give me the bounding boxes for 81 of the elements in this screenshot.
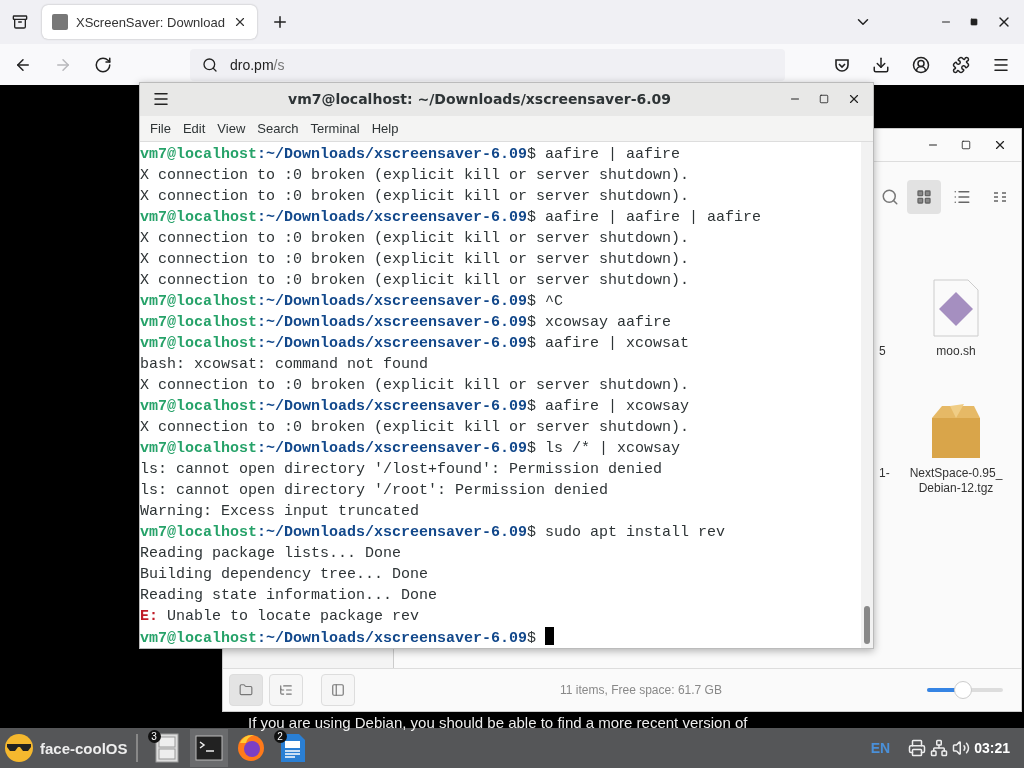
- terminal-line: vm7@localhost:~/Downloads/xscreensaver-6.09$ aafire | aafire | aafire: [140, 208, 763, 228]
- maximize-icon: [819, 94, 829, 105]
- terminal-line: vm7@localhost:~/Downloads/xscreensaver-6.09$ ls /* | xcowsay: [140, 439, 682, 459]
- terminal-line: X connection to :0 broken (explicit kill or server shutdown).: [140, 229, 691, 249]
- terminal-line: bash: xcowsat: command not found: [140, 355, 430, 375]
- terminal-line: X connection to :0 broken (explicit kill or server shutdown).: [140, 187, 691, 207]
- compact-list-icon: [993, 190, 1007, 204]
- plus-icon: [271, 13, 289, 31]
- terminal-line: ls: cannot open directory '/lost+found': Permission denied: [140, 460, 664, 480]
- close-icon: [993, 138, 1007, 152]
- pocket-icon: [834, 56, 850, 73]
- script-file-icon: [931, 278, 981, 338]
- file-name[interactable]: NextSpace-0.95_Debian-12.tgz: [908, 466, 1004, 496]
- view-button[interactable]: [907, 180, 941, 214]
- search-icon: [881, 188, 899, 206]
- printer-icon[interactable]: [908, 739, 927, 757]
- menu-item[interactable]: Edit: [176, 118, 212, 138]
- menu-item[interactable]: Search: [251, 118, 305, 138]
- terminal-line: vm7@localhost:~/Downloads/xscreensaver-6.09$ ^C: [140, 292, 565, 312]
- clock: 03:21: [974, 740, 1010, 756]
- search-icon: [202, 56, 218, 73]
- sidebar-toggle-button[interactable]: [321, 674, 355, 706]
- terminal-line: ls: cannot open directory '/root': Permission denied: [140, 481, 610, 501]
- browser-icon: [235, 733, 266, 763]
- terminal-icon: [194, 735, 223, 761]
- terminal-line: vm7@localhost:~/Downloads/xscreensaver-6.09$ aafire | aafire: [140, 145, 682, 165]
- terminal-line: vm7@localhost:~/Downloads/xscreensaver-6.09$ xcowsay aafire: [140, 313, 673, 333]
- zoom-slider[interactable]: [927, 681, 1003, 699]
- terminal-line: X connection to :0 broken (explicit kill or server shutdown).: [140, 250, 691, 270]
- terminal-line: Warning: Excess input truncated: [140, 502, 421, 522]
- grid-icon: [916, 189, 932, 205]
- download-icon: [872, 55, 890, 74]
- close-icon[interactable]: [233, 15, 247, 29]
- tray-icon: [12, 14, 28, 30]
- taskbar-app-button[interactable]: 3: [147, 729, 186, 767]
- terminal-line: X connection to :0 broken (explicit kill or server shutdown).: [140, 418, 691, 438]
- document-icon: [279, 733, 306, 763]
- list-icon: [953, 188, 971, 206]
- taskbar-app-button[interactable]: 2: [273, 729, 312, 767]
- file-name[interactable]: moo.sh: [908, 344, 1004, 359]
- start-button[interactable]: face-coolOS: [4, 734, 138, 762]
- terminal-line: vm7@localhost:~/Downloads/xscreensaver-6.09$: [140, 627, 861, 648]
- url-field[interactable]: dro.pm/s: [190, 48, 785, 81]
- maximize-icon: [961, 140, 971, 150]
- account-icon: [912, 55, 930, 74]
- favicon-icon: [52, 14, 68, 30]
- reload-icon: [94, 55, 112, 74]
- terminal-line: vm7@localhost:~/Downloads/xscreensaver-6.09$ sudo apt install rev: [140, 523, 727, 543]
- count-badge: 3: [147, 730, 161, 743]
- network-icon[interactable]: [930, 739, 949, 757]
- sunglasses-smiley-icon: [4, 733, 34, 763]
- window-title: vm7@localhost: ~/Downloads/xscreensaver-6.09: [287, 91, 672, 108]
- terminal-line: vm7@localhost:~/Downloads/xscreensaver-6.09$ aafire | xcowsay: [140, 397, 691, 417]
- sidebar-toggle-button[interactable]: [229, 674, 263, 706]
- tree-icon: [279, 683, 293, 697]
- scrollbar[interactable]: [861, 142, 873, 648]
- count-badge: 2: [273, 730, 287, 743]
- menu-item[interactable]: Help: [365, 118, 405, 138]
- menu-item[interactable]: File: [144, 118, 177, 138]
- maximize-icon: [970, 18, 978, 26]
- file-name[interactable]: 5: [879, 344, 886, 359]
- file-name[interactable]: 1-: [879, 466, 890, 481]
- terminal-line: E: Unable to locate package rev: [140, 607, 421, 627]
- terminal-line: X connection to :0 broken (explicit kill or server shutdown).: [140, 376, 691, 396]
- terminal-line: Reading package lists... Done: [140, 544, 403, 564]
- page-text: If you are using Debian, you should be able to find a more recent version of: [248, 714, 749, 732]
- folder-icon: [239, 683, 253, 697]
- terminal-line: Building dependency tree... Done: [140, 565, 430, 585]
- menu-item[interactable]: View: [211, 118, 252, 138]
- browser-tab[interactable]: XScreenSaver: Download: [42, 5, 257, 39]
- terminal-line: Reading state information... Done: [140, 586, 439, 606]
- taskbar-app-button[interactable]: [189, 729, 228, 767]
- terminal-line: X connection to :0 broken (explicit kill or server shutdown).: [140, 166, 691, 186]
- menu-item[interactable]: Terminal: [304, 118, 366, 138]
- terminal-line: vm7@localhost:~/Downloads/xscreensaver-6.09$ aafire | xcowsat: [140, 334, 691, 354]
- terminal-line: X connection to :0 broken (explicit kill or server shutdown).: [140, 271, 691, 291]
- panel-icon: [331, 683, 345, 697]
- sidebar-toggle-button[interactable]: [269, 674, 303, 706]
- puzzle-icon: [952, 55, 970, 74]
- status-text: 11 items, Free space: 61.7 GB: [559, 683, 723, 697]
- volume-icon[interactable]: [952, 739, 971, 757]
